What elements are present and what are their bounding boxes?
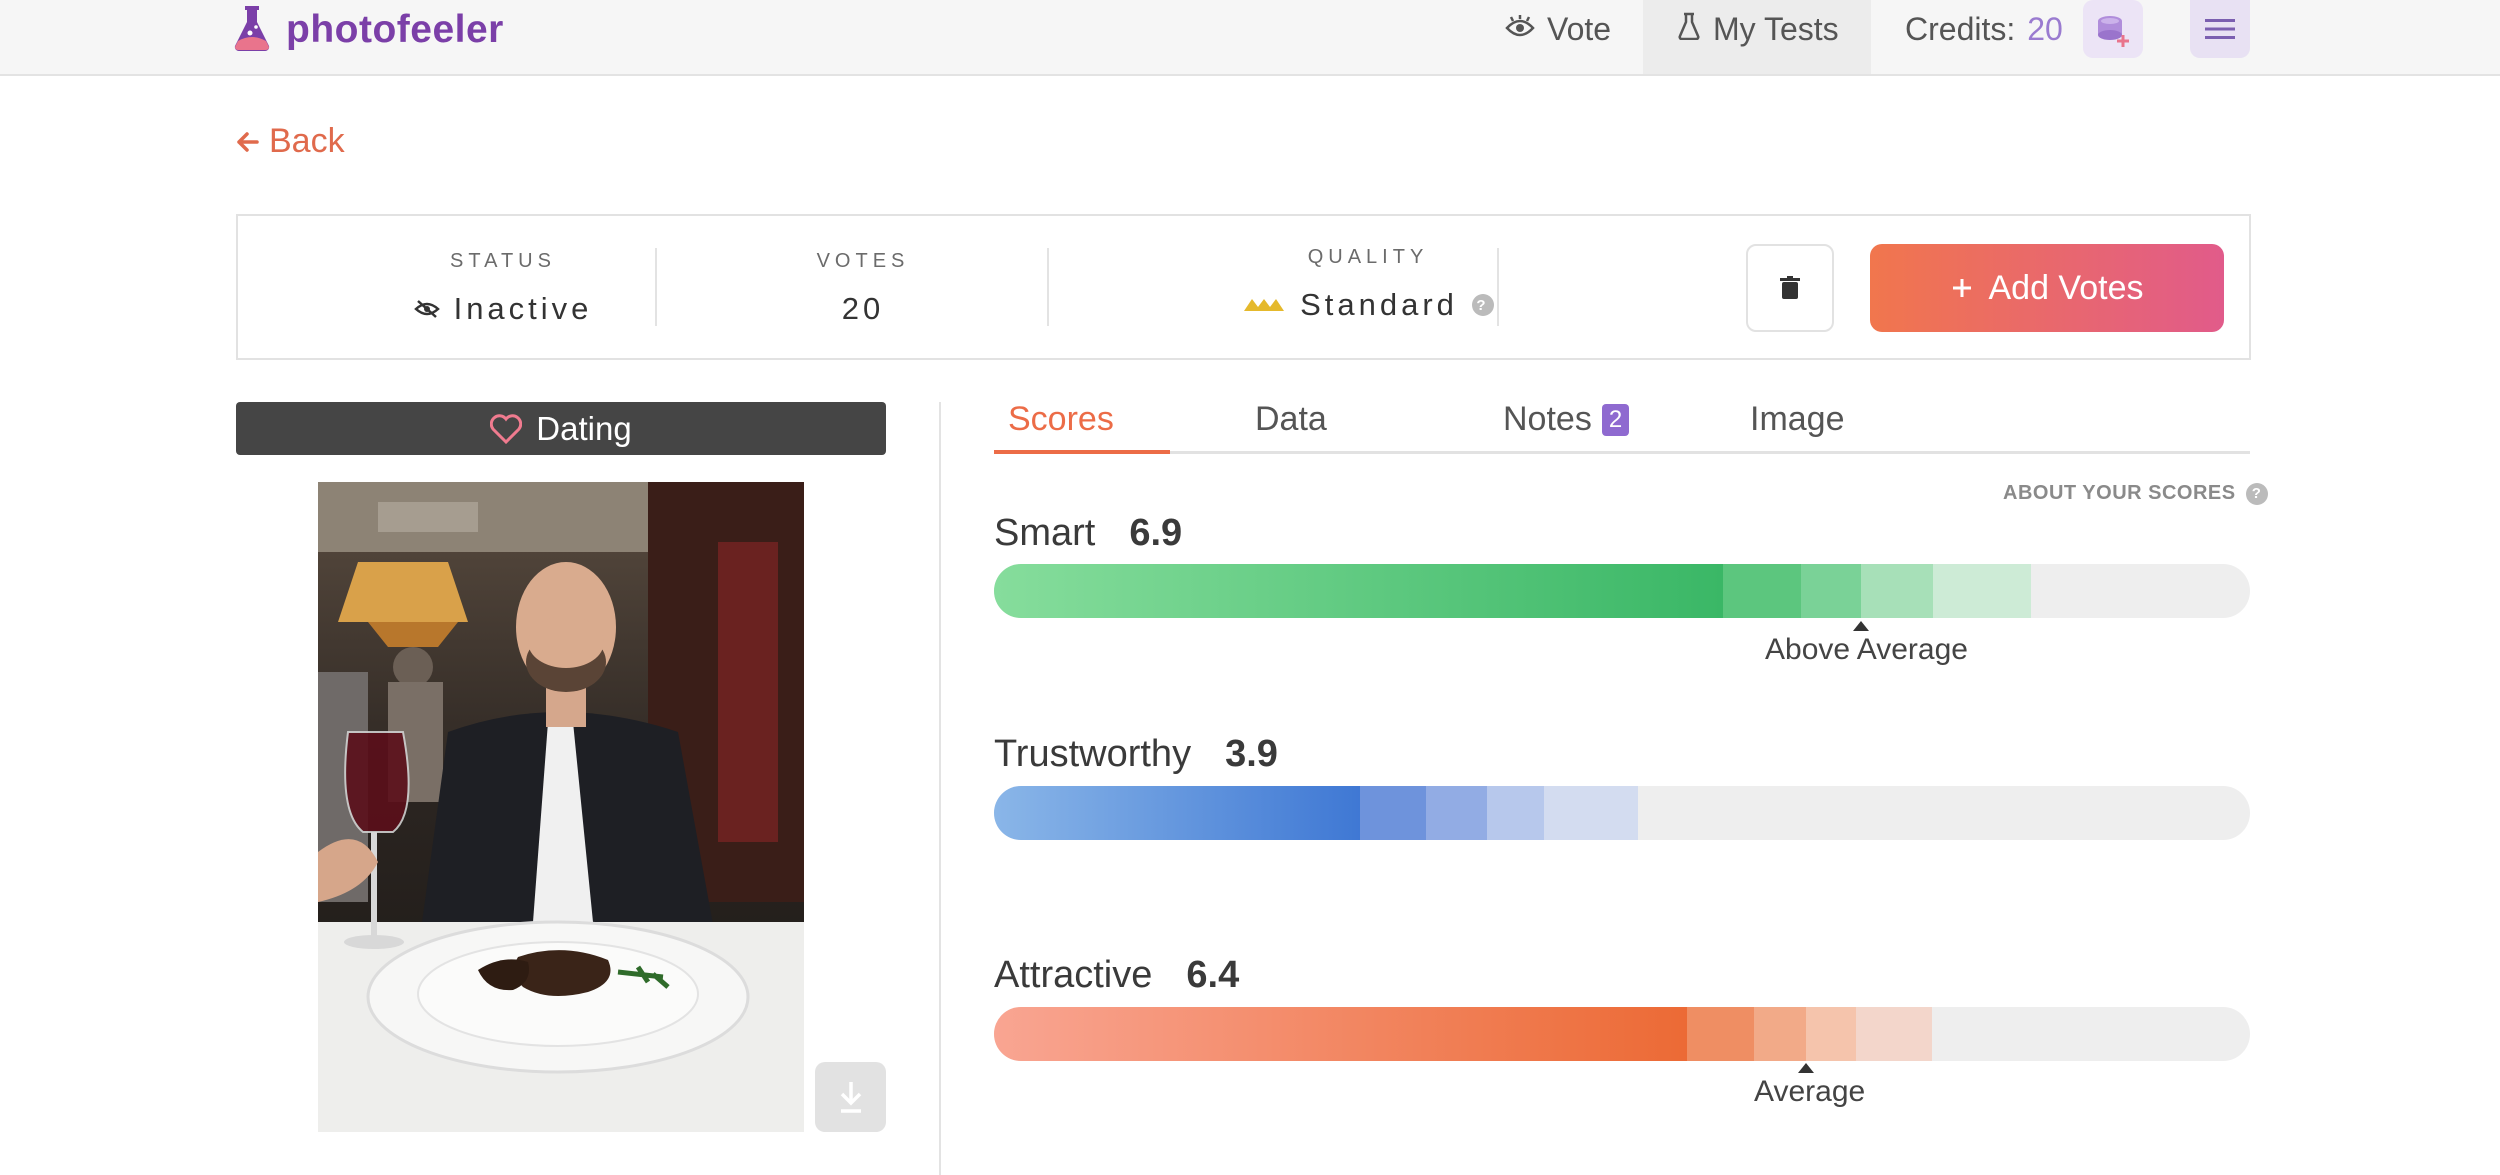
back-link[interactable]: Back [235,122,345,161]
nav-vote[interactable]: Vote [1505,0,1611,58]
score-value: 6.9 [1129,512,1183,554]
score-value: 6.4 [1186,954,1240,996]
score-name: Trustworthy [994,733,1192,775]
credits-value: 20 [2027,10,2063,47]
logo-text: photofeeler [286,8,504,51]
score-attractive: Attractive 6.4 [994,954,1239,997]
votes-stat: VOTES 20 [768,250,958,327]
score-bar-trustworthy [994,786,2250,840]
score-range [1933,564,2031,618]
status-stat: STATUS Inactive [368,250,638,327]
tab-scores-label: Scores [1008,400,1114,438]
score-range [1687,1007,1754,1061]
help-icon: ? [2245,482,2268,505]
coins-plus-icon [2097,16,2129,47]
votes-label: VOTES [816,250,910,272]
credits-label: Credits: [1905,10,2016,47]
tab-image-label: Image [1750,400,1845,438]
tab-notes[interactable]: Notes 2 [1503,400,1630,439]
status-value-text: Inactive [453,291,593,326]
test-status-card: STATUS Inactive VOTES 20 QUALITY Standar… [236,214,2251,360]
score-trustworthy: Trustworthy 3.9 [994,733,1278,776]
category-label: Dating [536,409,632,447]
score-value: 3.9 [1225,733,1278,775]
add-votes-label: Add Votes [1988,268,2144,307]
status-label: STATUS [450,250,556,272]
download-icon [840,1082,861,1113]
delete-test-button[interactable] [1746,244,1834,332]
score-range [1360,786,1426,840]
score-range [1856,1007,1932,1061]
votes-value: 20 [841,291,885,326]
average-marker [1853,621,1869,631]
score-fill [994,786,1360,840]
notes-count-badge: 2 [1601,403,1630,436]
score-range [1801,564,1861,618]
score-rating-label: Average [1754,1075,1866,1108]
quality-label: QUALITY [1307,246,1429,268]
hamburger-icon [2205,19,2235,39]
score-range [1723,564,1801,618]
panel-divider [939,402,941,1175]
average-marker [1798,1063,1814,1073]
score-fill [994,564,1723,618]
score-rating-label: Above Average [1765,633,1968,666]
category-header: Dating [236,402,886,455]
logo[interactable]: photofeeler [232,4,504,56]
tab-scores[interactable]: Scores [1008,400,1114,439]
quality-wings-icon [1244,299,1285,311]
add-votes-button[interactable]: Add Votes [1870,244,2224,332]
tab-notes-label: Notes [1503,400,1592,438]
score-name: Smart [994,512,1096,554]
eye-slash-icon [413,300,440,318]
score-bar-attractive [994,1007,2250,1061]
quality-stat: QUALITY Standard ? [1158,246,1578,323]
status-value: Inactive [368,291,638,327]
score-range [1754,1007,1806,1061]
back-label: Back [269,122,345,160]
download-button[interactable] [815,1062,886,1132]
nav-my-tests[interactable]: My Tests [1643,0,1871,74]
trash-icon [1780,276,1800,299]
tab-data[interactable]: Data [1255,400,1327,439]
arrow-left-icon [237,131,259,152]
results-tabs: Scores Data Notes 2 Image [994,396,2250,454]
about-scores-label: ABOUT YOUR SCORES [2003,482,2236,504]
about-scores-link[interactable]: ABOUT YOUR SCORES ? [2003,482,2268,505]
score-name: Attractive [994,954,1153,996]
nav-credits[interactable]: Credits: 20 [1905,0,2143,58]
top-nav: photofeeler Vote My Tests Credits: 20 [0,0,2500,76]
tab-image[interactable]: Image [1750,400,1845,439]
score-smart: Smart 6.9 [994,512,1182,555]
score-range [1544,786,1638,840]
nav-tests-label: My Tests [1713,10,1839,47]
score-range [1806,1007,1856,1061]
menu-button[interactable] [2190,0,2250,58]
score-range [1861,564,1933,618]
add-credits-button[interactable] [2082,0,2143,58]
score-fill [994,1007,1687,1061]
divider [1047,248,1049,326]
eye-icon [1505,11,1535,48]
divider [1497,248,1499,326]
quality-value: Standard ? [1158,287,1578,323]
tab-data-label: Data [1255,400,1327,438]
flask-logo-icon [232,3,272,58]
beaker-icon [1677,11,1701,48]
divider [655,248,657,326]
nav-vote-label: Vote [1547,10,1612,47]
quality-value-text: Standard [1300,287,1458,322]
help-icon[interactable]: ? [1471,294,1494,316]
score-bar-smart [994,564,2250,618]
test-photo [318,482,804,1132]
score-range [1487,786,1544,840]
active-tab-indicator [994,450,1170,454]
heart-icon [490,413,523,444]
score-range [1426,786,1487,840]
plus-icon [1953,279,1972,297]
